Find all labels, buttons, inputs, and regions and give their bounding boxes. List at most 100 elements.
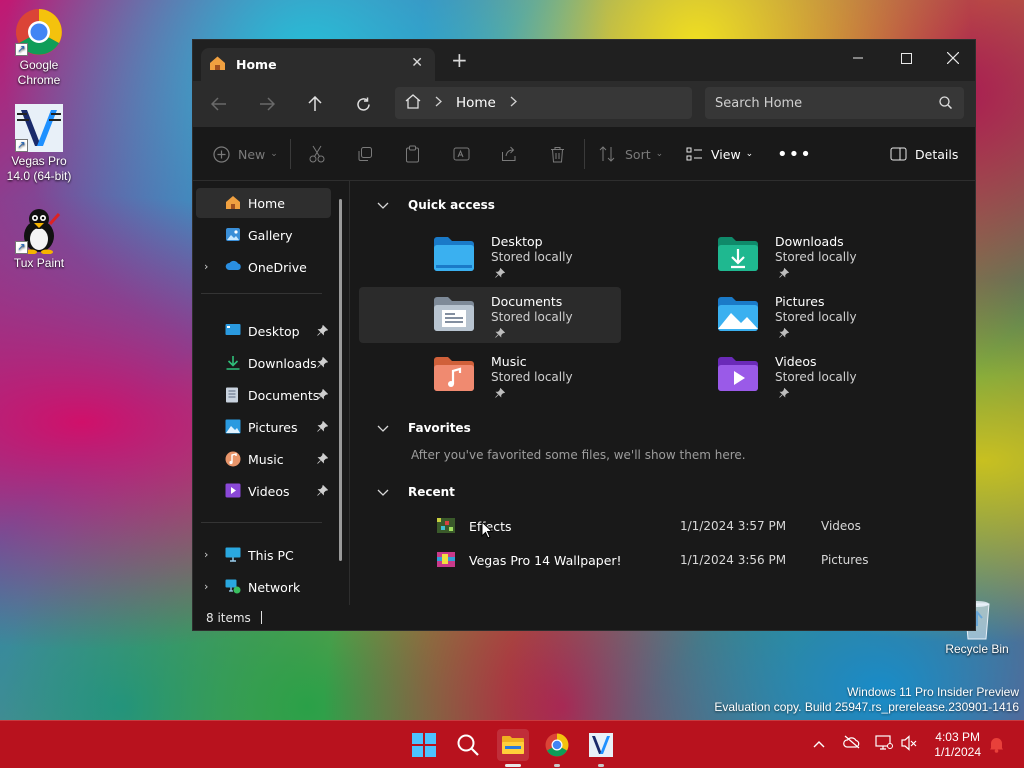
back-arrow-icon (211, 97, 226, 111)
recent-file-name: Vegas Pro 14 Wallpaper! (469, 553, 622, 568)
chevron-right-icon[interactable] (510, 96, 517, 110)
quick-access-header[interactable]: Quick access (377, 198, 495, 212)
sidebar-item-this-pc[interactable]: › This PC (196, 540, 331, 570)
pin-icon[interactable] (317, 420, 329, 435)
back-button[interactable] (208, 93, 230, 115)
address-bar[interactable]: Home (395, 87, 692, 119)
copy-button[interactable] (357, 144, 373, 164)
favorites-header[interactable]: Favorites (377, 421, 471, 435)
forward-arrow-icon (260, 97, 275, 111)
quick-access-item-downloads[interactable]: Downloads Stored locally (643, 227, 905, 283)
sidebar-item-gallery[interactable]: Gallery (196, 220, 331, 250)
volume-muted-icon[interactable] (901, 735, 917, 754)
desktop-folder-icon (434, 237, 474, 271)
scrollbar[interactable] (339, 199, 342, 561)
close-icon (947, 52, 959, 64)
gallery-icon (225, 227, 241, 245)
pin-icon[interactable] (317, 388, 329, 403)
more-options-button[interactable]: ••• (777, 144, 812, 165)
videos-folder-icon (718, 357, 758, 391)
sidebar-item-music[interactable]: Music (196, 444, 331, 474)
running-indicator (554, 764, 560, 767)
file-explorer-window: Home ✕ + Home Search Home New ⌄ Sort ⌄ V… (192, 39, 976, 631)
sidebar-item-documents[interactable]: Documents (196, 380, 331, 410)
breadcrumb-home[interactable]: Home (456, 95, 496, 111)
rename-button[interactable] (453, 144, 470, 164)
sidebar-item-network[interactable]: › Network (196, 572, 331, 602)
sidebar-item-downloads[interactable]: Downloads (196, 348, 331, 378)
desktop-icon-vegas-pro[interactable]: ↗ Vegas Pro 14.0 (64-bit) (1, 104, 77, 184)
start-button[interactable] (408, 729, 440, 761)
recent-file-row[interactable]: Vegas Pro 14 Wallpaper! 1/1/2024 3:56 PM… (437, 545, 957, 575)
sidebar-item-onedrive[interactable]: › OneDrive (196, 252, 331, 282)
taskbar-file-explorer[interactable] (497, 729, 529, 767)
maximize-button[interactable] (883, 43, 929, 73)
taskbar-search-button[interactable] (452, 729, 484, 761)
pin-icon[interactable] (317, 356, 329, 371)
new-tab-button[interactable]: + (451, 50, 468, 70)
sort-button[interactable]: Sort ⌄ (599, 144, 663, 164)
search-input[interactable] (705, 87, 925, 119)
title-bar[interactable]: Home ✕ + (193, 40, 975, 81)
sidebar-item-desktop[interactable]: Desktop (196, 316, 331, 346)
recent-file-row[interactable]: Effects 1/1/2024 3:57 PM Videos (437, 511, 957, 541)
desktop-icon-label: Tux Paint (13, 256, 65, 270)
close-window-button[interactable] (930, 43, 975, 73)
sidebar-item-pictures[interactable]: Pictures (196, 412, 331, 442)
chevron-right-icon[interactable]: › (204, 548, 208, 561)
taskbar-vegas-pro[interactable] (585, 729, 617, 767)
chevron-right-icon[interactable]: › (204, 580, 208, 593)
new-button[interactable]: New ⌄ (213, 144, 278, 164)
folder-name: Music (491, 354, 527, 369)
refresh-button[interactable] (352, 93, 374, 115)
vegas-pro-icon: ↗ (15, 104, 63, 152)
notification-bell-icon[interactable] (989, 736, 1004, 756)
view-button[interactable]: View ⌄ (686, 144, 753, 164)
pin-icon[interactable] (317, 324, 329, 339)
pin-icon[interactable] (317, 452, 329, 467)
pin-icon (779, 267, 790, 281)
recent-header[interactable]: Recent (377, 485, 455, 499)
share-button[interactable] (501, 144, 518, 164)
paste-button[interactable] (405, 144, 420, 164)
quick-access-item-music[interactable]: Music Stored locally (359, 347, 621, 403)
taskbar-chrome[interactable] (541, 729, 573, 767)
close-tab-icon[interactable]: ✕ (411, 55, 423, 71)
vegas-pro-icon (589, 733, 613, 757)
up-button[interactable] (304, 93, 326, 115)
cut-button[interactable] (309, 144, 325, 164)
folder-name: Pictures (775, 294, 825, 309)
minimize-button[interactable] (835, 43, 881, 73)
tab-home[interactable]: Home ✕ (201, 48, 435, 81)
forward-button[interactable] (256, 93, 278, 115)
this-pc-icon (225, 547, 241, 565)
folder-status: Stored locally (491, 310, 573, 324)
desktop-icon-tux-paint[interactable]: ↗ Tux Paint (1, 206, 77, 271)
recent-file-location: Videos (821, 519, 861, 533)
display-icon[interactable] (875, 735, 893, 754)
system-clock[interactable]: 4:03 PM 1/1/2024 (934, 730, 981, 760)
search-icon[interactable] (939, 96, 953, 112)
chevron-down-icon[interactable] (377, 198, 389, 212)
downloads-folder-icon (225, 355, 241, 373)
show-hidden-icons-chevron-icon[interactable] (813, 737, 825, 751)
details-pane-button[interactable]: Details (890, 144, 958, 164)
chevron-right-icon[interactable]: › (204, 260, 208, 273)
quick-access-item-documents[interactable]: Documents Stored locally (359, 287, 621, 343)
clock-time: 4:03 PM (935, 730, 980, 744)
tab-title: Home (236, 57, 277, 72)
sidebar-item-videos[interactable]: Videos (196, 476, 331, 506)
sort-label: Sort (625, 146, 651, 162)
sidebar-item-home[interactable]: Home (196, 188, 331, 218)
chevron-down-icon[interactable] (377, 421, 389, 435)
chevron-down-icon[interactable] (377, 485, 389, 499)
onedrive-offline-icon[interactable] (843, 735, 861, 752)
quick-access-item-pictures[interactable]: Pictures Stored locally (643, 287, 905, 343)
view-label: View (711, 146, 741, 162)
quick-access-item-videos[interactable]: Videos Stored locally (643, 347, 905, 403)
desktop-icon-chrome[interactable]: ↗ Google Chrome (1, 8, 77, 88)
pin-icon[interactable] (317, 484, 329, 499)
quick-access-item-desktop[interactable]: Desktop Stored locally (359, 227, 621, 283)
delete-button[interactable] (550, 144, 565, 164)
search-box[interactable] (705, 87, 964, 119)
